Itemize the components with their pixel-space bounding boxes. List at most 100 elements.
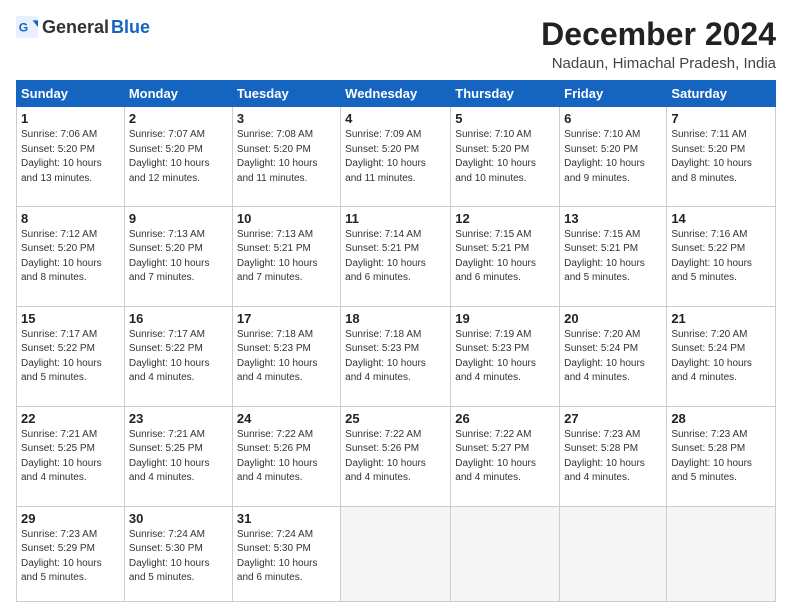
day-number: 7 — [671, 111, 771, 126]
calendar-cell — [560, 506, 667, 601]
logo-general: General — [42, 17, 109, 38]
calendar-cell: 23 Sunrise: 7:21 AM Sunset: 5:25 PM Dayli… — [124, 406, 232, 506]
day-info: Sunrise: 7:20 AM Sunset: 5:24 PM Dayligh… — [671, 328, 771, 386]
day-number: 17 — [237, 311, 336, 326]
day-info: Sunrise: 7:18 AM Sunset: 5:23 PM Dayligh… — [237, 328, 336, 386]
calendar-week-2: 8Sunrise: 7:12 AM Sunset: 5:20 PM Daylig… — [17, 206, 776, 306]
day-number: 22 — [21, 411, 120, 426]
day-info: Sunrise: 7:10 AM Sunset: 5:20 PM Dayligh… — [455, 128, 555, 186]
calendar-cell — [341, 506, 451, 601]
day-number: 27 — [564, 411, 662, 426]
calendar-cell: 25Sunrise: 7:22 AM Sunset: 5:26 PM Dayli… — [341, 406, 451, 506]
calendar-cell — [667, 506, 776, 601]
day-info: Sunrise: 7:15 AM Sunset: 5:21 PM Dayligh… — [455, 228, 555, 286]
day-number: 11 — [345, 211, 446, 226]
day-number: 6 — [564, 111, 662, 126]
day-number: 5 — [455, 111, 555, 126]
calendar-cell: 17 Sunrise: 7:18 AM Sunset: 5:23 PM Dayli… — [232, 306, 340, 406]
calendar-cell: 6 Sunrise: 7:10 AM Sunset: 5:20 PM Daylig… — [560, 107, 667, 207]
calendar-cell: 10Sunrise: 7:13 AM Sunset: 5:21 PM Dayli… — [232, 206, 340, 306]
calendar-cell: 15 Sunrise: 7:17 AM Sunset: 5:22 PM Dayli… — [17, 306, 125, 406]
col-header-saturday: Saturday — [667, 81, 776, 107]
day-info: Sunrise: 7:21 AM Sunset: 5:25 PM Dayligh… — [21, 428, 120, 486]
calendar-cell: 30 Sunrise: 7:24 AM Sunset: 5:30 PM Dayli… — [124, 506, 232, 601]
svg-text:G: G — [19, 20, 28, 34]
calendar-cell: 16Sunrise: 7:17 AM Sunset: 5:22 PM Dayli… — [124, 306, 232, 406]
day-info: Sunrise: 7:22 AM Sunset: 5:26 PM Dayligh… — [345, 428, 446, 486]
title-section: December 2024 Nadaun, Himachal Pradesh, … — [541, 16, 776, 72]
day-info: Sunrise: 7:23 AM Sunset: 5:28 PM Dayligh… — [671, 428, 771, 486]
logo-text: G GeneralBlue — [16, 16, 150, 38]
calendar-cell: 20Sunrise: 7:20 AM Sunset: 5:24 PM Dayli… — [560, 306, 667, 406]
day-number: 28 — [671, 411, 771, 426]
day-number: 30 — [129, 511, 228, 526]
location: Nadaun, Himachal Pradesh, India — [541, 55, 776, 72]
day-info: Sunrise: 7:24 AM Sunset: 5:30 PM Dayligh… — [129, 528, 228, 586]
day-info: Sunrise: 7:23 AM Sunset: 5:29 PM Dayligh… — [21, 528, 120, 586]
header: G GeneralBlue December 2024 Nadaun, Hima… — [16, 16, 776, 72]
col-header-tuesday: Tuesday — [232, 81, 340, 107]
day-number: 4 — [345, 111, 446, 126]
calendar-cell: 8Sunrise: 7:12 AM Sunset: 5:20 PM Daylig… — [17, 206, 125, 306]
calendar-cell: 13 Sunrise: 7:15 AM Sunset: 5:21 PM Dayli… — [560, 206, 667, 306]
calendar-cell: 1 Sunrise: 7:06 AM Sunset: 5:20 PM Daylig… — [17, 107, 125, 207]
calendar-cell: 12Sunrise: 7:15 AM Sunset: 5:21 PM Dayli… — [451, 206, 560, 306]
day-number: 23 — [129, 411, 228, 426]
col-header-wednesday: Wednesday — [341, 81, 451, 107]
day-number: 26 — [455, 411, 555, 426]
day-number: 20 — [564, 311, 662, 326]
day-number: 1 — [21, 111, 120, 126]
day-number: 8 — [21, 211, 120, 226]
day-info: Sunrise: 7:17 AM Sunset: 5:22 PM Dayligh… — [21, 328, 120, 386]
calendar-cell: 22 Sunrise: 7:21 AM Sunset: 5:25 PM Dayli… — [17, 406, 125, 506]
day-number: 21 — [671, 311, 771, 326]
day-number: 29 — [21, 511, 120, 526]
calendar-cell: 3Sunrise: 7:08 AM Sunset: 5:20 PM Daylig… — [232, 107, 340, 207]
day-number: 2 — [129, 111, 228, 126]
day-info: Sunrise: 7:18 AM Sunset: 5:23 PM Dayligh… — [345, 328, 446, 386]
day-info: Sunrise: 7:17 AM Sunset: 5:22 PM Dayligh… — [129, 328, 228, 386]
calendar-cell: 9Sunrise: 7:13 AM Sunset: 5:20 PM Daylig… — [124, 206, 232, 306]
calendar-cell: 4 Sunrise: 7:09 AM Sunset: 5:20 PM Daylig… — [341, 107, 451, 207]
calendar-cell: 14Sunrise: 7:16 AM Sunset: 5:22 PM Dayli… — [667, 206, 776, 306]
logo: G GeneralBlue — [16, 16, 150, 38]
day-number: 3 — [237, 111, 336, 126]
calendar-week-4: 22 Sunrise: 7:21 AM Sunset: 5:25 PM Dayli… — [17, 406, 776, 506]
day-info: Sunrise: 7:11 AM Sunset: 5:20 PM Dayligh… — [671, 128, 771, 186]
day-number: 13 — [564, 211, 662, 226]
calendar-cell: 19Sunrise: 7:19 AM Sunset: 5:23 PM Dayli… — [451, 306, 560, 406]
day-info: Sunrise: 7:06 AM Sunset: 5:20 PM Dayligh… — [21, 128, 120, 186]
day-info: Sunrise: 7:23 AM Sunset: 5:28 PM Dayligh… — [564, 428, 662, 486]
calendar-cell: 7 Sunrise: 7:11 AM Sunset: 5:20 PM Daylig… — [667, 107, 776, 207]
day-info: Sunrise: 7:09 AM Sunset: 5:20 PM Dayligh… — [345, 128, 446, 186]
calendar-header-row: SundayMondayTuesdayWednesdayThursdayFrid… — [17, 81, 776, 107]
calendar-cell: 26 Sunrise: 7:22 AM Sunset: 5:27 PM Dayli… — [451, 406, 560, 506]
calendar-cell: 28 Sunrise: 7:23 AM Sunset: 5:28 PM Dayli… — [667, 406, 776, 506]
day-number: 18 — [345, 311, 446, 326]
col-header-thursday: Thursday — [451, 81, 560, 107]
calendar-cell: 29 Sunrise: 7:23 AM Sunset: 5:29 PM Dayli… — [17, 506, 125, 601]
day-info: Sunrise: 7:15 AM Sunset: 5:21 PM Dayligh… — [564, 228, 662, 286]
page: G GeneralBlue December 2024 Nadaun, Hima… — [0, 0, 792, 612]
calendar-week-1: 1 Sunrise: 7:06 AM Sunset: 5:20 PM Daylig… — [17, 107, 776, 207]
day-number: 31 — [237, 511, 336, 526]
day-number: 19 — [455, 311, 555, 326]
calendar-table: SundayMondayTuesdayWednesdayThursdayFrid… — [16, 80, 776, 602]
day-info: Sunrise: 7:22 AM Sunset: 5:27 PM Dayligh… — [455, 428, 555, 486]
logo-icon: G — [16, 16, 38, 38]
day-info: Sunrise: 7:10 AM Sunset: 5:20 PM Dayligh… — [564, 128, 662, 186]
day-number: 15 — [21, 311, 120, 326]
day-info: Sunrise: 7:22 AM Sunset: 5:26 PM Dayligh… — [237, 428, 336, 486]
col-header-monday: Monday — [124, 81, 232, 107]
day-number: 14 — [671, 211, 771, 226]
month-title: December 2024 — [541, 16, 776, 53]
calendar-cell: 24 Sunrise: 7:22 AM Sunset: 5:26 PM Dayli… — [232, 406, 340, 506]
day-info: Sunrise: 7:24 AM Sunset: 5:30 PM Dayligh… — [237, 528, 336, 586]
day-number: 24 — [237, 411, 336, 426]
day-number: 9 — [129, 211, 228, 226]
day-info: Sunrise: 7:21 AM Sunset: 5:25 PM Dayligh… — [129, 428, 228, 486]
day-info: Sunrise: 7:07 AM Sunset: 5:20 PM Dayligh… — [129, 128, 228, 186]
day-info: Sunrise: 7:14 AM Sunset: 5:21 PM Dayligh… — [345, 228, 446, 286]
calendar-cell — [451, 506, 560, 601]
calendar-cell: 11 Sunrise: 7:14 AM Sunset: 5:21 PM Dayli… — [341, 206, 451, 306]
